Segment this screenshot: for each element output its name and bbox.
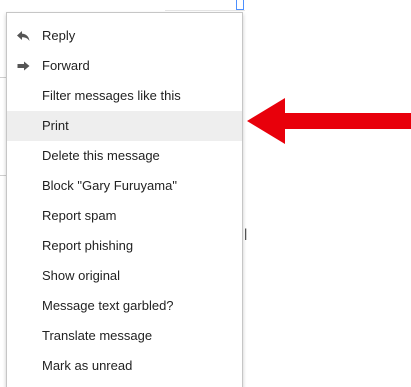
menu-item-mark-as-unread[interactable]: Mark as unread	[7, 351, 242, 381]
menu-item-label: Mark as unread	[42, 358, 133, 373]
screenshot-stage: | Reply Forward Filter messages like thi…	[0, 0, 411, 387]
menu-item-label: Message text garbled?	[42, 298, 174, 313]
menu-item-label: Delete this message	[42, 148, 160, 163]
menu-item-delete-message[interactable]: Delete this message	[7, 141, 242, 171]
red-arrow-left-icon	[247, 98, 411, 144]
menu-item-message-text-garbled[interactable]: Message text garbled?	[7, 291, 242, 321]
background-text-fragment: |	[244, 226, 248, 240]
menu-item-translate-message[interactable]: Translate message	[7, 321, 242, 351]
menu-item-forward[interactable]: Forward	[7, 51, 242, 81]
menu-item-label: Filter messages like this	[42, 88, 181, 103]
background-divider	[165, 10, 245, 11]
menu-item-block-sender[interactable]: Block "Gary Furuyama"	[7, 171, 242, 201]
background-dropdown-toggle[interactable]	[236, 0, 244, 10]
menu-item-print[interactable]: Print	[7, 111, 242, 141]
menu-item-label: Report phishing	[42, 238, 134, 253]
menu-item-label: Print	[42, 118, 69, 133]
menu-item-filter-messages[interactable]: Filter messages like this	[7, 81, 242, 111]
menu-item-report-phishing[interactable]: Report phishing	[7, 231, 242, 261]
menu-item-reply[interactable]: Reply	[7, 21, 242, 51]
menu-item-label: Report spam	[42, 208, 117, 223]
forward-icon	[17, 60, 30, 72]
menu-item-label: Show original	[42, 268, 121, 283]
menu-item-label: Forward	[42, 58, 90, 73]
menu-item-show-original[interactable]: Show original	[7, 261, 242, 291]
menu-item-label: Reply	[42, 28, 76, 43]
reply-icon	[17, 30, 30, 42]
menu-item-report-spam[interactable]: Report spam	[7, 201, 242, 231]
message-actions-menu: Reply Forward Filter messages like this …	[6, 12, 243, 387]
menu-item-label: Translate message	[42, 328, 153, 343]
menu-item-label: Block "Gary Furuyama"	[42, 178, 177, 193]
